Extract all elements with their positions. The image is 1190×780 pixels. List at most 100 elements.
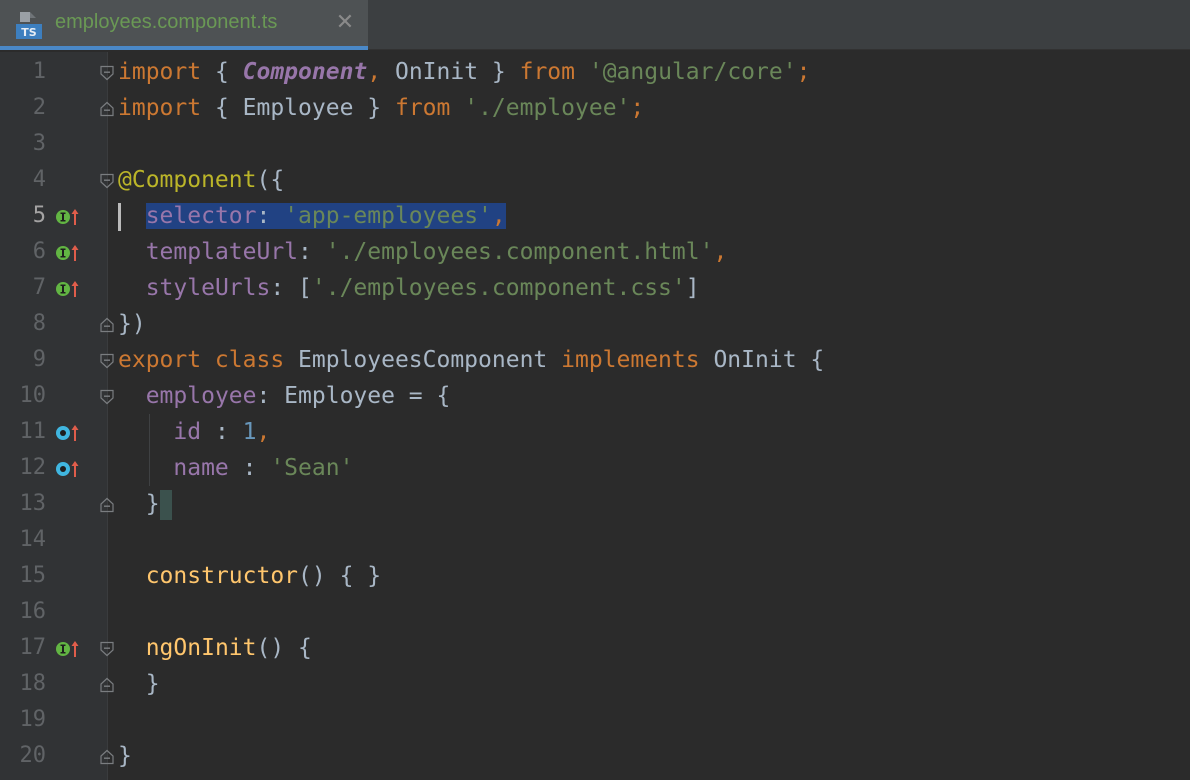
code-editor[interactable]: 1 import { Component, OnInit } from '@ang… xyxy=(0,52,1190,780)
code-token: } xyxy=(118,743,132,769)
code-line[interactable]: 16 xyxy=(0,594,1190,630)
implements-marker-icon[interactable] xyxy=(55,242,81,264)
typescript-file-icon: TS xyxy=(14,9,44,41)
code-line[interactable]: 1 import { Component, OnInit } from '@ang… xyxy=(0,54,1190,90)
code-token: , xyxy=(367,59,382,85)
fold-collapse-icon[interactable] xyxy=(99,353,115,369)
code-line[interactable]: 9 export class EmployeesComponent impleme… xyxy=(0,342,1190,378)
line-number: 7 xyxy=(32,275,46,300)
code-token: @Component xyxy=(118,167,257,193)
close-tab-icon[interactable]: ✕ xyxy=(335,11,355,35)
code-token: '@angular/core' xyxy=(588,59,797,85)
code-token: constructor xyxy=(145,563,299,589)
fold-collapse-icon[interactable] xyxy=(99,173,115,189)
line-number: 12 xyxy=(19,455,47,480)
implements-marker-icon[interactable] xyxy=(55,638,81,660)
code-token: './employees.component.css' xyxy=(311,275,686,301)
code-token: ; xyxy=(796,59,811,85)
fold-end-icon[interactable] xyxy=(99,101,115,117)
code-token: ; xyxy=(630,95,645,121)
code-line[interactable]: 11 id : 1, xyxy=(0,414,1190,450)
code-line[interactable]: 19 xyxy=(0,702,1190,738)
code-text: } xyxy=(118,486,172,522)
overrides-marker-icon[interactable] xyxy=(55,458,81,480)
code-line[interactable]: 20} xyxy=(0,738,1190,774)
code-token: () { } xyxy=(298,563,382,589)
code-text: ngOnInit() { xyxy=(118,630,312,666)
code-text: id : 1, xyxy=(118,414,270,450)
fold-end-icon[interactable] xyxy=(99,317,115,333)
code-token: implements xyxy=(561,347,700,373)
line-number: 6 xyxy=(32,239,46,264)
code-text: import { Component, OnInit } from '@angu… xyxy=(118,54,810,90)
line-number: 17 xyxy=(19,635,47,660)
text-selection: selector: 'app-employees', xyxy=(145,203,506,229)
code-text: styleUrls: ['./employees.component.css'] xyxy=(118,270,700,306)
code-text: }) xyxy=(118,306,146,342)
fold-end-icon[interactable] xyxy=(99,497,115,513)
code-token: : xyxy=(201,419,243,445)
line-number: 14 xyxy=(19,527,47,552)
code-token: ({ xyxy=(256,167,285,193)
line-number: 3 xyxy=(32,131,46,156)
line-number: 11 xyxy=(19,419,47,444)
implements-marker-icon[interactable] xyxy=(55,206,81,228)
code-token: () { xyxy=(256,635,312,661)
svg-text:TS: TS xyxy=(21,26,37,39)
code-line[interactable]: 15 constructor() { } xyxy=(0,558,1190,594)
code-text: constructor() { } xyxy=(118,558,381,594)
fold-end-icon[interactable] xyxy=(99,677,115,693)
code-line[interactable]: 5 selector: 'app-employees', xyxy=(0,198,1190,234)
code-line[interactable]: 7 styleUrls: ['./employees.component.css… xyxy=(0,270,1190,306)
overrides-marker-icon[interactable] xyxy=(55,422,81,444)
line-number: 4 xyxy=(32,167,46,192)
implements-marker-icon[interactable] xyxy=(55,278,81,300)
code-token: , xyxy=(491,203,506,229)
code-token: 1 xyxy=(242,419,257,445)
fold-collapse-icon[interactable] xyxy=(99,641,115,657)
code-token: : xyxy=(298,239,326,265)
code-line[interactable]: 17 ngOnInit() { xyxy=(0,630,1190,666)
code-line[interactable]: 14 xyxy=(0,522,1190,558)
code-line[interactable]: 6 templateUrl: './employees.component.ht… xyxy=(0,234,1190,270)
line-number: 8 xyxy=(32,311,46,336)
code-token: } xyxy=(118,671,160,697)
code-line[interactable]: 18 } xyxy=(0,666,1190,702)
code-token: import xyxy=(118,59,202,85)
code-token: OnInit { xyxy=(699,347,825,373)
code-line[interactable]: 8}) xyxy=(0,306,1190,342)
code-text: templateUrl: './employees.component.html… xyxy=(118,234,728,270)
code-text: @Component({ xyxy=(118,162,284,198)
fold-collapse-icon[interactable] xyxy=(99,389,115,405)
code-token: import xyxy=(118,95,202,121)
code-token: from xyxy=(394,95,451,121)
code-token: from xyxy=(519,59,575,85)
code-text: } xyxy=(118,738,132,774)
code-line[interactable]: 4 @Component({ xyxy=(0,162,1190,198)
code-text: import { Employee } from './employee'; xyxy=(118,90,644,126)
code-token: './employee' xyxy=(464,95,631,121)
indent-guide xyxy=(149,414,150,486)
code-token: export class xyxy=(118,347,285,373)
code-line[interactable]: 12 name : 'Sean' xyxy=(0,450,1190,486)
code-line[interactable]: 3 xyxy=(0,126,1190,162)
code-line[interactable]: 13 } xyxy=(0,486,1190,522)
fold-collapse-icon[interactable] xyxy=(99,65,115,81)
code-token: : Employee = { xyxy=(256,383,451,409)
code-token: id xyxy=(173,419,202,445)
line-number: 13 xyxy=(19,491,47,516)
code-text: } xyxy=(118,666,160,702)
code-line[interactable]: 10 employee: Employee = { xyxy=(0,378,1190,414)
code-token: selector xyxy=(145,203,257,229)
code-token: , xyxy=(713,239,728,265)
tab-employees-component[interactable]: TS employees.component.ts ✕ xyxy=(0,0,368,50)
code-line[interactable]: 2 import { Employee } from './employee'; xyxy=(0,90,1190,126)
code-text: name : 'Sean' xyxy=(118,450,353,486)
fold-end-icon[interactable] xyxy=(99,749,115,765)
code-token: , xyxy=(256,419,271,445)
